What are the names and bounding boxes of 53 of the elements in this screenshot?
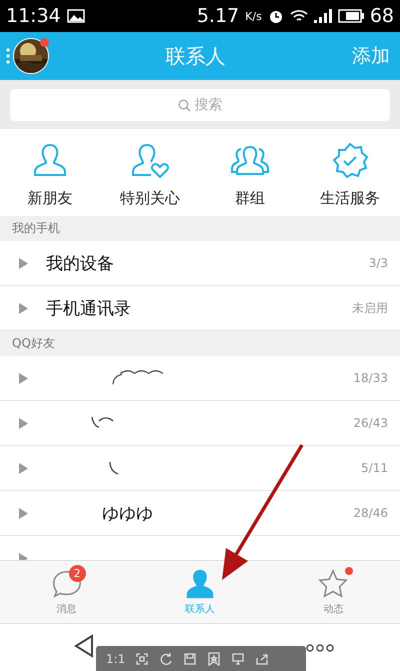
tab[interactable]: 联系人	[133, 561, 267, 623]
group-name: ゆゆゆ	[102, 502, 153, 524]
page-title: 联系人	[164, 42, 226, 70]
alarm-icon	[268, 8, 284, 24]
share-icon[interactable]	[255, 652, 270, 666]
group-count: 3/3	[368, 256, 388, 270]
group-count: 未启用	[352, 300, 388, 316]
shortcut-button[interactable]: 新朋友	[0, 141, 100, 208]
squiggle-icon	[108, 460, 120, 476]
add-button[interactable]: 添加	[352, 43, 390, 69]
search-field[interactable]: 搜索	[10, 89, 390, 121]
tab[interactable]: 消息 2	[0, 561, 134, 623]
group-count: 18/33	[353, 371, 388, 385]
verified-badge-icon	[330, 141, 370, 181]
expand-arrow-icon	[19, 302, 28, 314]
rotate-icon[interactable]	[159, 652, 174, 666]
star-icon	[317, 568, 350, 600]
section-header: 我的手机	[0, 216, 400, 241]
group-count: 26/43	[353, 416, 388, 430]
speed-unit: K/s	[245, 10, 262, 22]
status-time: 11:34	[6, 5, 61, 27]
shortcut-button[interactable]: 特别关心	[100, 141, 200, 208]
tab[interactable]: 动态	[266, 561, 400, 623]
wifi-icon	[290, 9, 308, 23]
shortcut-button[interactable]: 群组	[200, 141, 300, 208]
group-count: 5/11	[361, 461, 388, 475]
screen-icon[interactable]	[231, 652, 246, 666]
bookmark-icon[interactable]	[207, 652, 222, 666]
chat-bubble-icon	[50, 568, 83, 600]
shortcut-button[interactable]: 生活服务	[300, 141, 400, 208]
menu-icon[interactable]	[6, 47, 10, 65]
person-heart-icon	[130, 141, 170, 181]
section-header: QQ好友	[0, 331, 400, 356]
expand-arrow-icon	[19, 372, 28, 384]
image-icon	[66, 9, 85, 23]
group-name: 手机通讯录	[46, 298, 132, 320]
expand-arrow-icon	[19, 508, 28, 518]
fit-screen-icon[interactable]	[135, 652, 150, 666]
expand-arrow-icon	[19, 418, 28, 428]
expand-arrow-icon	[19, 258, 28, 268]
group-count: 28/46	[353, 506, 388, 520]
unread-badge: 2	[68, 565, 86, 582]
group-name: 我的设备	[46, 252, 115, 274]
save-icon[interactable]	[183, 652, 198, 666]
signal-icon	[314, 9, 332, 23]
network-speed: 5.17	[196, 5, 240, 27]
battery-icon	[338, 9, 364, 23]
back-icon[interactable]	[74, 634, 94, 658]
search-icon	[178, 98, 190, 112]
battery-percent: 68	[370, 5, 394, 27]
more-icon[interactable]	[306, 644, 334, 652]
actual-size-button[interactable]: 1:1	[106, 652, 126, 666]
expand-arrow-icon	[19, 462, 28, 474]
